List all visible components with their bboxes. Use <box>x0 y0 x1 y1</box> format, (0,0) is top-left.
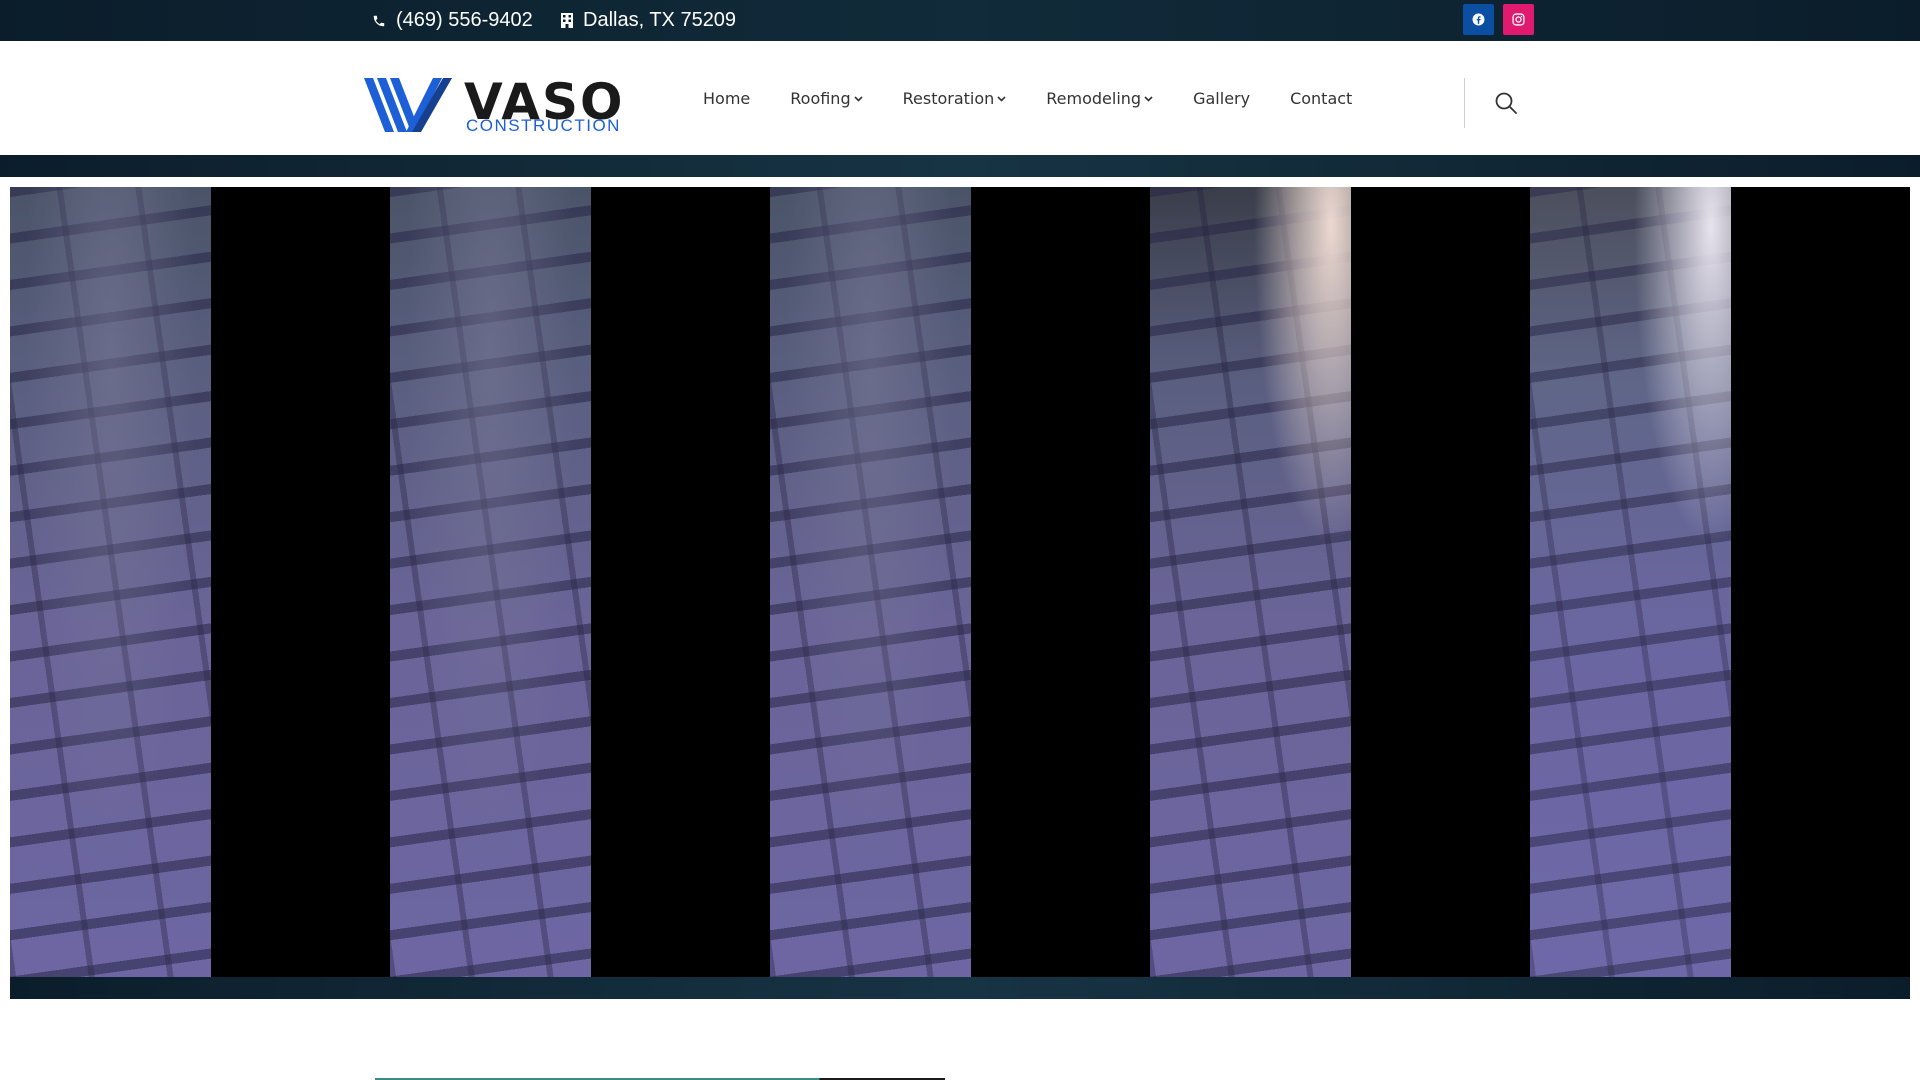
top-bar: (469) 556-9402 Dallas, TX 75209 <box>0 0 1920 41</box>
site-header: VASO CONSTRUCTION Home Roofing Restorati… <box>0 41 1920 155</box>
instagram-icon <box>1512 13 1525 26</box>
nav-restoration[interactable]: Restoration <box>903 89 1007 108</box>
facebook-icon <box>1472 13 1485 26</box>
chevron-down-icon <box>1144 96 1153 102</box>
phone-contact[interactable]: (469) 556-9402 <box>372 0 533 41</box>
nav-label: Home <box>703 88 751 108</box>
nav-remodeling[interactable]: Remodeling <box>1046 89 1153 108</box>
chevron-down-icon <box>854 96 863 102</box>
hero-image-strip <box>1530 187 1731 977</box>
hero-image-strip <box>10 187 211 977</box>
nav-label: Contact <box>1290 88 1353 108</box>
hero-image-strip <box>770 187 971 977</box>
main-nav: Home Roofing Restoration Remodeling Gall… <box>703 41 1392 155</box>
hero-bottom-band <box>10 977 1910 999</box>
address-text: Dallas, TX 75209 <box>583 9 737 31</box>
nav-label: Restoration <box>902 88 995 108</box>
phone-icon <box>373 15 385 26</box>
chevron-down-icon <box>997 96 1006 102</box>
nav-roofing[interactable]: Roofing <box>790 88 863 108</box>
nav-contact[interactable]: Contact <box>1290 89 1352 108</box>
search-icon <box>1495 92 1517 114</box>
header-divider <box>1464 78 1465 128</box>
hero-image <box>10 187 1910 977</box>
logo-subtitle: CONSTRUCTION <box>466 116 621 135</box>
vaso-logo[interactable]: VASO CONSTRUCTION <box>364 76 629 136</box>
hero-image-strip <box>390 187 591 977</box>
phone-number: (469) 556-9402 <box>396 9 533 31</box>
nav-home[interactable]: Home <box>703 89 750 108</box>
logo-mark <box>364 78 452 132</box>
nav-label: Gallery <box>1193 88 1251 108</box>
nav-label: Roofing <box>790 88 851 108</box>
hero-top-band <box>0 155 1920 177</box>
address-contact: Dallas, TX 75209 <box>561 0 736 41</box>
hero-image-strip <box>1150 187 1351 977</box>
building-icon <box>561 13 573 28</box>
nav-label: Remodeling <box>1046 88 1142 108</box>
facebook-button[interactable] <box>1463 4 1494 35</box>
search-button[interactable] <box>1492 89 1520 117</box>
nav-gallery[interactable]: Gallery <box>1193 89 1250 108</box>
instagram-button[interactable] <box>1503 4 1534 35</box>
